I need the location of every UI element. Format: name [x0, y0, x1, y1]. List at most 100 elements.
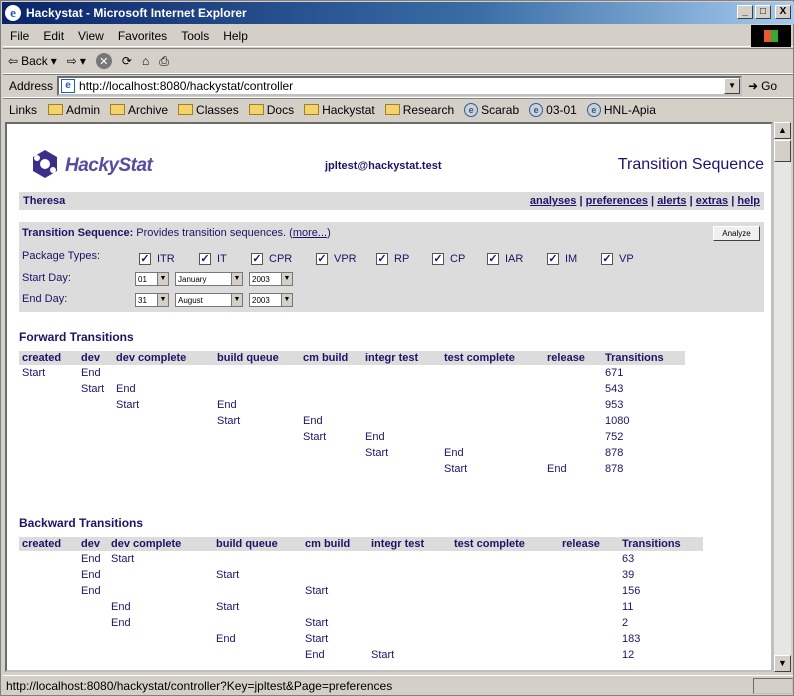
- status-zone: [753, 677, 793, 694]
- table-cell: [214, 445, 300, 461]
- nav-preferences[interactable]: preferences: [586, 195, 648, 207]
- table-cell: [559, 631, 619, 647]
- menu-view[interactable]: View: [71, 29, 111, 43]
- ie-icon: e: [5, 5, 21, 21]
- table-cell: 1080: [605, 415, 630, 427]
- menu-file[interactable]: File: [3, 29, 36, 43]
- go-button[interactable]: ➜ Go: [748, 79, 777, 93]
- menu-tools[interactable]: Tools: [174, 29, 216, 43]
- folder-icon: [110, 104, 126, 115]
- stop-button[interactable]: ✕: [91, 53, 117, 69]
- menu-edit[interactable]: Edit: [36, 29, 71, 43]
- link-label: HNL-Apia: [603, 102, 656, 117]
- refresh-button[interactable]: ⟳: [117, 54, 137, 68]
- links-bar: Links Admin Archive Classes Docs Hackyst…: [3, 98, 793, 120]
- check-icon: ✓: [139, 253, 151, 265]
- table-row: End Start 12: [19, 647, 703, 663]
- table-cell: [19, 397, 78, 413]
- column-header: created: [19, 351, 78, 365]
- link-admin[interactable]: Admin: [43, 103, 105, 117]
- print-button[interactable]: ⎙: [154, 54, 174, 69]
- start-month-select[interactable]: January ▼: [175, 272, 243, 286]
- table-cell: 12: [622, 649, 635, 661]
- link-hnl-apia[interactable]: e HNL-Apia: [582, 102, 661, 117]
- status-bar: http://localhost:8080/hackystat/controll…: [3, 675, 793, 695]
- checkbox-im[interactable]: ✓ IM: [547, 253, 577, 265]
- checkbox-label: RP: [394, 253, 410, 265]
- table-cell: [213, 647, 302, 663]
- forward-button[interactable]: ⇨ ▾: [62, 54, 91, 68]
- table-cell: 183: [622, 633, 641, 645]
- table-row: Start End 671: [19, 365, 685, 381]
- end-month-select[interactable]: August ▼: [175, 293, 243, 307]
- forward-arrow-icon: ⇨: [66, 54, 77, 68]
- table-row: End Start 183: [19, 631, 703, 647]
- column-header: cm build: [302, 537, 368, 551]
- scroll-up-icon[interactable]: ▲: [774, 122, 791, 139]
- select-value: 31: [138, 295, 147, 305]
- table-row: End Start 11: [19, 599, 703, 615]
- link-research[interactable]: Research: [380, 103, 459, 117]
- table-cell: Start: [305, 617, 329, 629]
- maximize-button[interactable]: □: [755, 5, 771, 19]
- checkbox-cp[interactable]: ✓ CP: [432, 253, 465, 265]
- table-cell: [559, 583, 619, 599]
- nav-help[interactable]: help: [737, 195, 760, 207]
- link-03-01[interactable]: e 03-01: [524, 102, 582, 117]
- vertical-scrollbar[interactable]: ▲ ▼: [773, 122, 791, 672]
- scroll-thumb[interactable]: [774, 140, 791, 162]
- column-header: dev: [78, 537, 108, 551]
- forward-dropdown-icon[interactable]: ▾: [80, 54, 86, 68]
- stop-icon: ✕: [95, 53, 112, 69]
- scroll-down-icon[interactable]: ▼: [774, 655, 791, 672]
- end-day-select[interactable]: 31 ▼: [135, 293, 169, 307]
- checkbox-itr[interactable]: ✓ ITR: [139, 253, 175, 265]
- link-archive[interactable]: Archive: [105, 103, 173, 117]
- menu-favorites[interactable]: Favorites: [111, 29, 174, 43]
- table-cell: End: [111, 617, 131, 629]
- checkbox-it[interactable]: ✓ IT: [199, 253, 227, 265]
- checkbox-label: IAR: [505, 253, 524, 265]
- menu-help[interactable]: Help: [216, 29, 255, 43]
- link-hackystat[interactable]: Hackystat: [299, 103, 380, 117]
- checkbox-cpr[interactable]: ✓ CPR: [251, 253, 292, 265]
- status-text: http://localhost:8080/hackystat/controll…: [6, 678, 393, 693]
- back-button[interactable]: ⇦ Back ▾: [3, 54, 62, 68]
- nav-alerts[interactable]: alerts: [657, 195, 686, 207]
- checkbox-label: CP: [450, 253, 466, 265]
- nav-extras[interactable]: extras: [696, 195, 728, 207]
- checkbox-vpr[interactable]: ✓ VPR: [316, 253, 357, 265]
- more-link[interactable]: more...: [293, 227, 327, 239]
- link-scarab[interactable]: e Scarab: [459, 102, 524, 117]
- table-cell: [19, 461, 78, 477]
- column-header: test complete: [441, 351, 544, 365]
- table-row: Start End 953: [19, 397, 685, 413]
- back-dropdown-icon[interactable]: ▾: [51, 54, 57, 68]
- close-button[interactable]: X: [775, 5, 791, 19]
- checkbox-iar[interactable]: ✓ IAR: [487, 253, 523, 265]
- table-cell: [300, 397, 362, 413]
- link-docs[interactable]: Docs: [244, 103, 299, 117]
- checkbox-rp[interactable]: ✓ RP: [376, 253, 409, 265]
- table-cell: [113, 413, 214, 429]
- select-value: August: [178, 295, 203, 305]
- end-year-select[interactable]: 2003 ▼: [249, 293, 293, 307]
- home-icon: ⌂: [141, 54, 150, 68]
- column-header: build queue: [213, 537, 302, 551]
- home-button[interactable]: ⌂: [137, 54, 154, 68]
- address-dropdown-icon[interactable]: ▼: [724, 78, 741, 94]
- link-label: 03-01: [546, 102, 577, 117]
- table-cell: [19, 647, 78, 663]
- table-cell: [113, 429, 214, 445]
- table-cell: [451, 615, 559, 631]
- checkbox-vp[interactable]: ✓ VP: [601, 253, 634, 265]
- table-cell: [302, 551, 368, 567]
- start-day-select[interactable]: 01 ▼: [135, 272, 169, 286]
- analyze-button[interactable]: Analyze: [713, 226, 760, 241]
- address-input[interactable]: e http://localhost:8080/hackystat/contro…: [57, 76, 743, 96]
- start-year-select[interactable]: 2003 ▼: [249, 272, 293, 286]
- minimize-button[interactable]: _: [737, 5, 753, 19]
- link-label: Research: [402, 102, 455, 117]
- link-classes[interactable]: Classes: [173, 103, 244, 117]
- nav-analyses[interactable]: analyses: [530, 195, 576, 207]
